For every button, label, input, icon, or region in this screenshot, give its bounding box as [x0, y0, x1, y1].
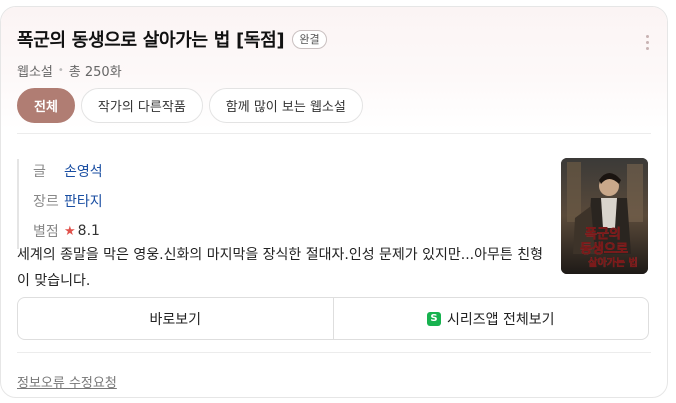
webnovel-card: 폭군의 동생으로 살아가는 법 [독점] 완결 웹소설 • 총 250화 전체 … [0, 6, 668, 398]
completed-badge: 완결 [292, 29, 327, 49]
genre-label: 장르 [33, 194, 59, 210]
cover-title-line1: 폭군의 [585, 226, 621, 242]
cover-image[interactable]: 폭군의 동생으로 살아가는 법 [561, 158, 648, 274]
series-app-label: 시리즈앱 전체보기 [447, 311, 555, 328]
divider [17, 352, 651, 353]
rating-value: 8.1 [77, 223, 100, 239]
tab-related-novels[interactable]: 함께 많이 보는 웹소설 [208, 88, 363, 123]
author-link[interactable]: 손영석 [64, 161, 103, 181]
description: 세계의 종말을 막은 영웅.신화의 마지막을 장식한 절대자.인성 문제가 있지… [17, 247, 543, 289]
report-error-link[interactable]: 정보오류 수정요청 [17, 372, 117, 391]
star-icon: ★ [64, 223, 76, 239]
series-app-button[interactable]: S 시리즈앱 전체보기 [332, 298, 649, 339]
series-app-icon: S [427, 311, 441, 326]
meta-info: 웹소설 • 총 250화 [17, 61, 122, 80]
tab-all[interactable]: 전체 [17, 88, 75, 123]
novel-title[interactable]: 폭군의 동생으로 살아가는 법 [독점] [17, 26, 285, 52]
novel-info: 글 손영석 장르 판타지 별점 ★ 8.1 [17, 159, 103, 249]
tab-bar: 전체 작가의 다른작품 함께 많이 보는 웹소설 [17, 88, 363, 123]
separator-dot: • [57, 65, 64, 76]
genre-link[interactable]: 판타지 [64, 191, 103, 211]
read-now-label: 바로보기 [149, 311, 202, 328]
rating-value-group: ★ 8.1 [64, 223, 100, 239]
rating-label: 별점 [33, 224, 59, 240]
title-row: 폭군의 동생으로 살아가는 법 [독점] 완결 [17, 26, 327, 52]
cover-art: 폭군의 동생으로 살아가는 법 [561, 158, 648, 274]
more-options-icon[interactable] [645, 35, 649, 51]
rating-row: 별점 ★ 8.1 [33, 219, 103, 243]
author-label: 글 [33, 164, 46, 180]
author-row: 글 손영석 [33, 159, 103, 183]
tab-other-works[interactable]: 작가의 다른작품 [80, 88, 203, 123]
read-now-button[interactable]: 바로보기 [18, 298, 333, 339]
action-bar: 바로보기 S 시리즈앱 전체보기 [17, 297, 649, 340]
divider [17, 133, 651, 134]
episode-count: 총 250화 [68, 65, 122, 80]
cover-title-line3: 살아가는 법 [588, 256, 637, 269]
cover-title-line2: 동생으로 [580, 242, 628, 257]
genre-row: 장르 판타지 [33, 189, 103, 213]
category-label: 웹소설 [17, 65, 53, 80]
